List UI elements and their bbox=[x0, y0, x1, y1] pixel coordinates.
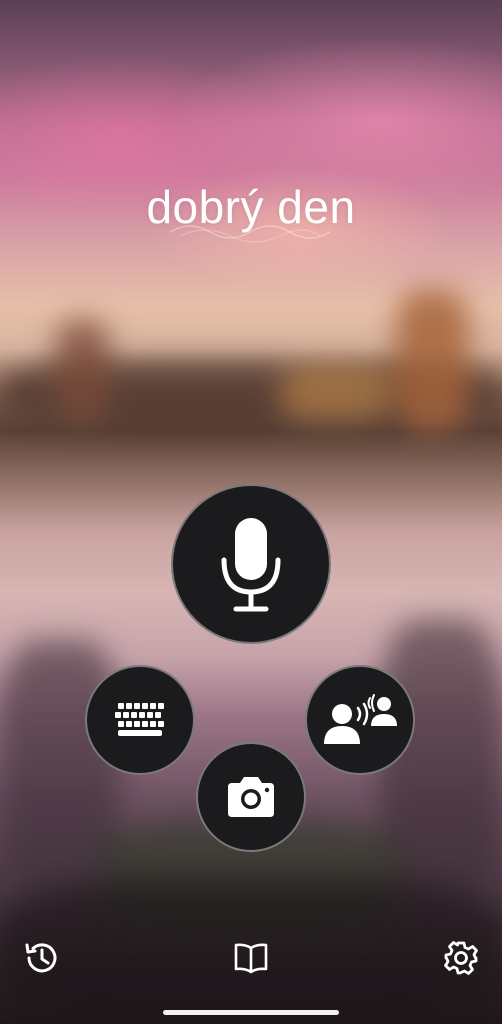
gear-icon bbox=[444, 941, 478, 975]
book-icon bbox=[234, 943, 268, 974]
history-button[interactable] bbox=[21, 938, 61, 978]
microphone-icon bbox=[221, 518, 281, 612]
greeting-text: dobrý den bbox=[146, 181, 356, 233]
home-indicator[interactable] bbox=[163, 1010, 339, 1015]
settings-button[interactable] bbox=[441, 938, 481, 978]
camera-button[interactable] bbox=[196, 742, 306, 852]
keyboard-icon bbox=[115, 703, 164, 736]
translator-home-screen: dobrý den bbox=[0, 0, 502, 1024]
camera-icon bbox=[228, 777, 274, 817]
microphone-button[interactable] bbox=[171, 484, 331, 644]
history-icon bbox=[25, 943, 57, 973]
phrasebook-button[interactable] bbox=[231, 938, 271, 978]
keyboard-button[interactable] bbox=[85, 665, 195, 775]
conversation-icon bbox=[324, 694, 397, 744]
conversation-button[interactable] bbox=[305, 665, 415, 775]
